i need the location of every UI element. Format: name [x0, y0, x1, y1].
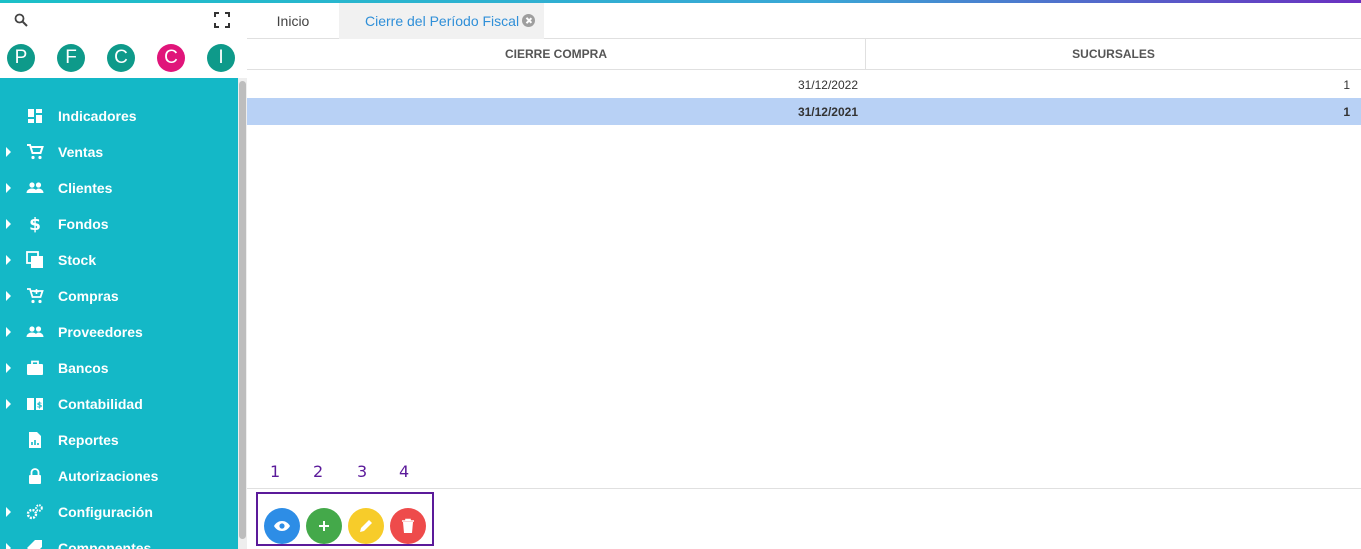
avatar[interactable]: I — [207, 44, 235, 72]
tab-label: Cierre del Período Fiscal — [365, 13, 520, 29]
expand-arrow-icon[interactable] — [6, 255, 11, 265]
sidebar-item-label: Bancos — [58, 360, 109, 376]
sidebar-item-configuracion[interactable]: Configuración — [0, 494, 238, 530]
expand-arrow-icon[interactable] — [6, 219, 11, 229]
trash-icon — [402, 518, 414, 533]
sidebar-item-compras[interactable]: Compras — [0, 278, 238, 314]
sidebar-item-label: Autorizaciones — [58, 468, 159, 484]
svg-text:$: $ — [29, 215, 41, 233]
annotation-number: 4 — [399, 462, 410, 481]
sidebar-item-fondos[interactable]: $ Fondos — [0, 206, 238, 242]
sidebar-item-proveedores[interactable]: Proveedores — [0, 314, 238, 350]
briefcase-icon — [27, 360, 43, 375]
sidebar-item-label: Stock — [58, 252, 97, 268]
cell-cierre-compra: 31/12/2021 — [797, 105, 858, 119]
action-buttons-highlight — [256, 492, 434, 546]
expand-arrow-icon[interactable] — [6, 543, 11, 549]
people-icon — [26, 182, 44, 193]
sidebar-item-label: Ventas — [58, 144, 104, 160]
add-cart-icon — [27, 288, 44, 304]
fullscreen-icon[interactable] — [214, 12, 230, 28]
column-header-cierre-compra[interactable]: CIERRE COMPRA — [247, 39, 866, 70]
expand-arrow-icon[interactable] — [6, 399, 11, 409]
sidebar-item-label: Componentes — [58, 540, 152, 549]
column-header-sucursales[interactable]: SUCURSALES — [866, 39, 1361, 70]
annotation-number: 2 — [313, 462, 324, 481]
tag-icon — [27, 540, 42, 549]
cart-icon — [27, 144, 44, 160]
people-icon — [26, 326, 44, 337]
avatar[interactable]: C — [107, 44, 135, 72]
sidebar-item-reportes[interactable]: Reportes — [0, 422, 238, 458]
sidebar-toolbar — [0, 3, 247, 39]
sidebar-item-label: Proveedores — [58, 324, 143, 340]
sidebar-item-label: Reportes — [58, 432, 119, 448]
sidebar-item-indicadores[interactable]: Indicadores — [0, 98, 238, 134]
expand-arrow-icon[interactable] — [6, 183, 11, 193]
dollar-icon: $ — [29, 215, 41, 233]
sidebar: P F C C I Indicadores Ventas Clientes $ … — [0, 3, 247, 549]
sidebar-item-label: Fondos — [58, 216, 109, 232]
delete-button[interactable] — [390, 508, 426, 544]
sidebar-item-clientes[interactable]: Clientes — [0, 170, 238, 206]
avatar[interactable]: P — [7, 44, 35, 72]
view-button[interactable] — [264, 508, 300, 544]
sidebar-item-ventas[interactable]: Ventas — [0, 134, 238, 170]
dashboard-icon — [28, 109, 42, 123]
gears-icon — [26, 504, 43, 520]
expand-arrow-icon[interactable] — [6, 327, 11, 337]
cell-sucursales: 1 — [1343, 78, 1350, 92]
search-icon[interactable] — [13, 12, 29, 28]
expand-arrow-icon[interactable] — [6, 363, 11, 373]
cell-cierre-compra: 31/12/2022 — [797, 78, 858, 92]
sidebar-item-label: Compras — [58, 288, 119, 304]
eye-icon — [274, 521, 290, 531]
sidebar-item-label: Indicadores — [58, 108, 137, 124]
annotation-number: 3 — [357, 462, 368, 481]
add-button[interactable] — [306, 508, 342, 544]
avatar[interactable]: C — [157, 44, 185, 72]
table-row-selected[interactable]: 31/12/2021 1 — [247, 98, 1361, 125]
expand-arrow-icon[interactable] — [6, 147, 11, 157]
main-content: Inicio Cierre del Período Fiscal CIERRE … — [247, 3, 1361, 549]
cell-sucursales: 1 — [1343, 105, 1350, 119]
table-row[interactable]: 31/12/2022 1 — [247, 71, 1361, 98]
sidebar-item-label: Contabilidad — [58, 396, 143, 412]
sidebar-item-bancos[interactable]: Bancos — [0, 350, 238, 386]
tab-inicio[interactable]: Inicio — [247, 3, 339, 39]
expand-arrow-icon[interactable] — [6, 507, 11, 517]
ledger-icon: $ — [27, 398, 43, 410]
sidebar-item-componentes[interactable]: Componentes — [0, 530, 238, 549]
sidebar-menu: Indicadores Ventas Clientes $ Fondos Sto… — [0, 78, 238, 549]
expand-arrow-icon[interactable] — [6, 291, 11, 301]
close-icon[interactable] — [522, 14, 535, 27]
edit-button[interactable] — [348, 508, 384, 544]
table-header: CIERRE COMPRA SUCURSALES — [247, 39, 1361, 70]
report-icon — [29, 432, 41, 448]
sidebar-item-stock[interactable]: Stock — [0, 242, 238, 278]
sidebar-item-autorizaciones[interactable]: Autorizaciones — [0, 458, 238, 494]
pencil-icon — [360, 520, 372, 532]
svg-text:$: $ — [37, 401, 43, 410]
sidebar-item-label: Clientes — [58, 180, 113, 196]
annotation-number: 1 — [270, 462, 281, 481]
quick-access-avatars: P F C C I — [0, 44, 247, 76]
sidebar-scrollbar-thumb[interactable] — [239, 81, 246, 539]
sidebar-item-label: Configuración — [58, 504, 153, 520]
tab-cierre-periodo-fiscal[interactable]: Cierre del Período Fiscal — [339, 3, 544, 39]
plus-icon — [319, 521, 329, 531]
sidebar-item-contabilidad[interactable]: $ Contabilidad — [0, 386, 238, 422]
stock-icon — [26, 251, 43, 268]
avatar[interactable]: F — [57, 44, 85, 72]
lock-icon — [29, 468, 41, 484]
tab-bar: Inicio Cierre del Período Fiscal — [247, 3, 1361, 39]
